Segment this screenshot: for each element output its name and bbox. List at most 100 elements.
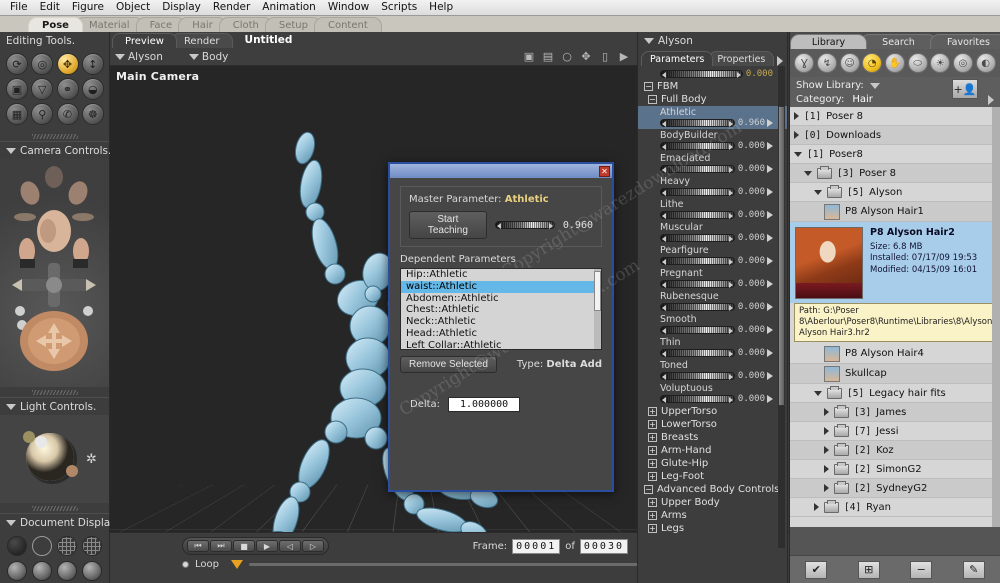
param-expand-arrow-icon[interactable] bbox=[767, 303, 773, 311]
menu-item-figure[interactable]: Figure bbox=[66, 0, 110, 15]
param-top-value[interactable]: 0.000 bbox=[745, 69, 773, 79]
expand-triangle-icon[interactable] bbox=[824, 465, 829, 473]
param-expand-arrow-icon[interactable] bbox=[767, 395, 773, 403]
light-controls-header[interactable]: Light Controls. bbox=[0, 398, 109, 415]
collapse-triangle-icon[interactable] bbox=[814, 390, 822, 396]
param-group-advanced-body-controls[interactable]: − Advanced Body Controls bbox=[638, 483, 787, 496]
dependent-parameters-dialog[interactable]: ✕ Copyright@warezdownload.com Copyright@… bbox=[388, 117, 745, 492]
param-expand-arrow-icon[interactable] bbox=[767, 142, 773, 150]
delete-library-button[interactable]: − bbox=[910, 560, 933, 579]
library-row-alyson-hair1[interactable]: P8 Alyson Hair1 bbox=[790, 202, 1000, 222]
param-expand-arrow-icon[interactable] bbox=[767, 372, 773, 380]
param-dial[interactable] bbox=[660, 188, 735, 196]
param-row-pearfigure[interactable]: Pearfigure 0.000 bbox=[638, 244, 787, 267]
library-row-alyson-folder[interactable]: [5] Alyson bbox=[790, 183, 1000, 202]
twist-tool-icon[interactable]: ◎ bbox=[31, 53, 54, 75]
param-dial[interactable] bbox=[660, 349, 735, 357]
plus-box-icon[interactable]: + bbox=[648, 459, 657, 468]
plus-box-icon[interactable]: + bbox=[648, 472, 657, 481]
param-dial[interactable] bbox=[660, 372, 735, 380]
library-row-downloads[interactable]: [0] Downloads bbox=[790, 126, 1000, 145]
param-value[interactable]: 0.960 bbox=[737, 118, 765, 128]
scale-tool-icon[interactable]: ▣ bbox=[6, 78, 28, 100]
param-dial[interactable] bbox=[660, 257, 735, 265]
delta-field[interactable]: 1.000000 bbox=[448, 397, 521, 412]
dialog-title-bar[interactable]: ✕ bbox=[390, 164, 612, 178]
param-expand-arrow-icon[interactable] bbox=[767, 234, 773, 242]
param-group-lowertorso[interactable]: + LowerTorso bbox=[638, 418, 787, 431]
library-row-james[interactable]: [3] James bbox=[790, 403, 1000, 422]
param-dial[interactable] bbox=[660, 165, 735, 173]
direct-manipulation-tool-icon[interactable]: ☸ bbox=[81, 103, 104, 125]
total-frames-field[interactable]: 00030 bbox=[579, 538, 628, 554]
plus-box-icon[interactable]: + bbox=[648, 498, 657, 507]
param-value[interactable]: 0.000 bbox=[737, 302, 765, 312]
param-row-rubenesque[interactable]: Rubenesque 0.000 bbox=[638, 290, 787, 313]
expand-triangle-icon[interactable] bbox=[824, 484, 829, 492]
plus-box-icon[interactable]: + bbox=[648, 511, 657, 520]
param-dial[interactable] bbox=[660, 395, 735, 403]
camera-front-icon[interactable]: ▣ bbox=[521, 50, 537, 64]
room-tab-pose[interactable]: Pose bbox=[28, 17, 83, 32]
apply-library-button[interactable]: ✔ bbox=[805, 560, 828, 579]
document-display-style-header[interactable]: Document Display Sty bbox=[0, 514, 137, 531]
library-row-poser8-runtime[interactable]: [1] Poser8 bbox=[790, 145, 1000, 164]
library-row-jessi[interactable]: [7] Jessi bbox=[790, 422, 1000, 441]
step-back-button[interactable]: ◁ bbox=[279, 540, 301, 552]
param-row-muscular[interactable]: Muscular 0.000 bbox=[638, 221, 787, 244]
scrollbar-thumb[interactable] bbox=[594, 271, 601, 311]
dependent-item-abdomen[interactable]: Abdomen::Athletic bbox=[401, 293, 601, 305]
param-expand-arrow-icon[interactable] bbox=[767, 257, 773, 265]
param-expand-arrow-icon[interactable] bbox=[767, 211, 773, 219]
library-row-alyson-hair4[interactable]: P8 Alyson Hair4 bbox=[790, 344, 1000, 364]
category-value[interactable]: Hair bbox=[852, 94, 873, 105]
expand-triangle-icon[interactable] bbox=[814, 503, 819, 511]
param-expand-arrow-icon[interactable] bbox=[767, 119, 773, 127]
panel-menu-arrow-icon[interactable] bbox=[777, 56, 783, 66]
translate-pull-tool-icon[interactable]: ✥ bbox=[56, 53, 79, 75]
param-value[interactable]: 0.000 bbox=[737, 348, 765, 358]
loop-radio[interactable] bbox=[182, 561, 189, 568]
dependent-parameters-list[interactable]: Hip::Athletic waist::Athletic Abdomen::A… bbox=[400, 268, 602, 350]
param-group-uppertorso[interactable]: + UpperTorso bbox=[638, 405, 787, 418]
param-dial[interactable] bbox=[660, 326, 735, 334]
stop-button[interactable]: ■ bbox=[233, 540, 255, 552]
param-row-emaciated[interactable]: Emaciated 0.000 bbox=[638, 152, 787, 175]
master-dial-value[interactable]: 0.960 bbox=[563, 220, 593, 231]
display-style-flat-shaded[interactable] bbox=[32, 561, 52, 581]
camera-side-icon[interactable]: ▤ bbox=[540, 50, 556, 64]
grouping-tool-icon[interactable]: ▦ bbox=[6, 103, 28, 125]
param-value[interactable]: 0.000 bbox=[737, 187, 765, 197]
room-tab-content[interactable]: Content bbox=[313, 17, 382, 32]
tab-render[interactable]: Render bbox=[170, 33, 233, 48]
remove-selected-button[interactable]: Remove Selected bbox=[400, 356, 497, 373]
camera-controls-header[interactable]: Camera Controls. bbox=[0, 142, 111, 159]
tab-properties[interactable]: Properties bbox=[708, 51, 775, 66]
param-group-full-body[interactable]: − Full Body bbox=[638, 93, 787, 106]
orbit-icon[interactable]: ○ bbox=[559, 50, 575, 64]
rotate-tool-icon[interactable]: ⟳ bbox=[6, 53, 28, 75]
collapse-triangle-icon[interactable] bbox=[644, 38, 654, 44]
light-sphere-graphic[interactable]: ✲ bbox=[0, 415, 108, 503]
props-category-icon[interactable]: ⬭ bbox=[907, 53, 928, 73]
figures-category-icon[interactable]: Ɣ bbox=[794, 53, 815, 73]
tab-library[interactable]: Library bbox=[790, 34, 867, 49]
param-group-leg-foot[interactable]: + Leg-Foot bbox=[638, 470, 787, 483]
parameters-panel-header[interactable]: Alyson bbox=[638, 32, 787, 49]
dependent-item-waist[interactable]: waist::Athletic bbox=[401, 280, 601, 293]
expand-triangle-icon[interactable] bbox=[794, 112, 799, 120]
scrollbar-thumb[interactable] bbox=[778, 106, 785, 406]
tab-favorites[interactable]: Favorites bbox=[930, 34, 1000, 49]
param-row-pregnant[interactable]: Pregnant 0.000 bbox=[638, 267, 787, 290]
param-expand-arrow-icon[interactable] bbox=[767, 165, 773, 173]
param-value[interactable]: 0.000 bbox=[737, 279, 765, 289]
faces-category-icon[interactable]: ☺ bbox=[839, 53, 860, 73]
param-row-athletic[interactable]: Athletic 0.960 bbox=[638, 106, 787, 129]
category-next-arrow-icon[interactable] bbox=[988, 94, 994, 105]
display-style-outline[interactable] bbox=[32, 536, 52, 556]
create-new-button[interactable]: ⊞ bbox=[857, 560, 880, 579]
param-expand-arrow-icon[interactable] bbox=[767, 326, 773, 334]
collapse-triangle-icon[interactable] bbox=[6, 520, 16, 526]
dependent-item-hip[interactable]: Hip::Athletic bbox=[401, 269, 601, 281]
poses-category-icon[interactable]: ↯ bbox=[816, 53, 837, 73]
